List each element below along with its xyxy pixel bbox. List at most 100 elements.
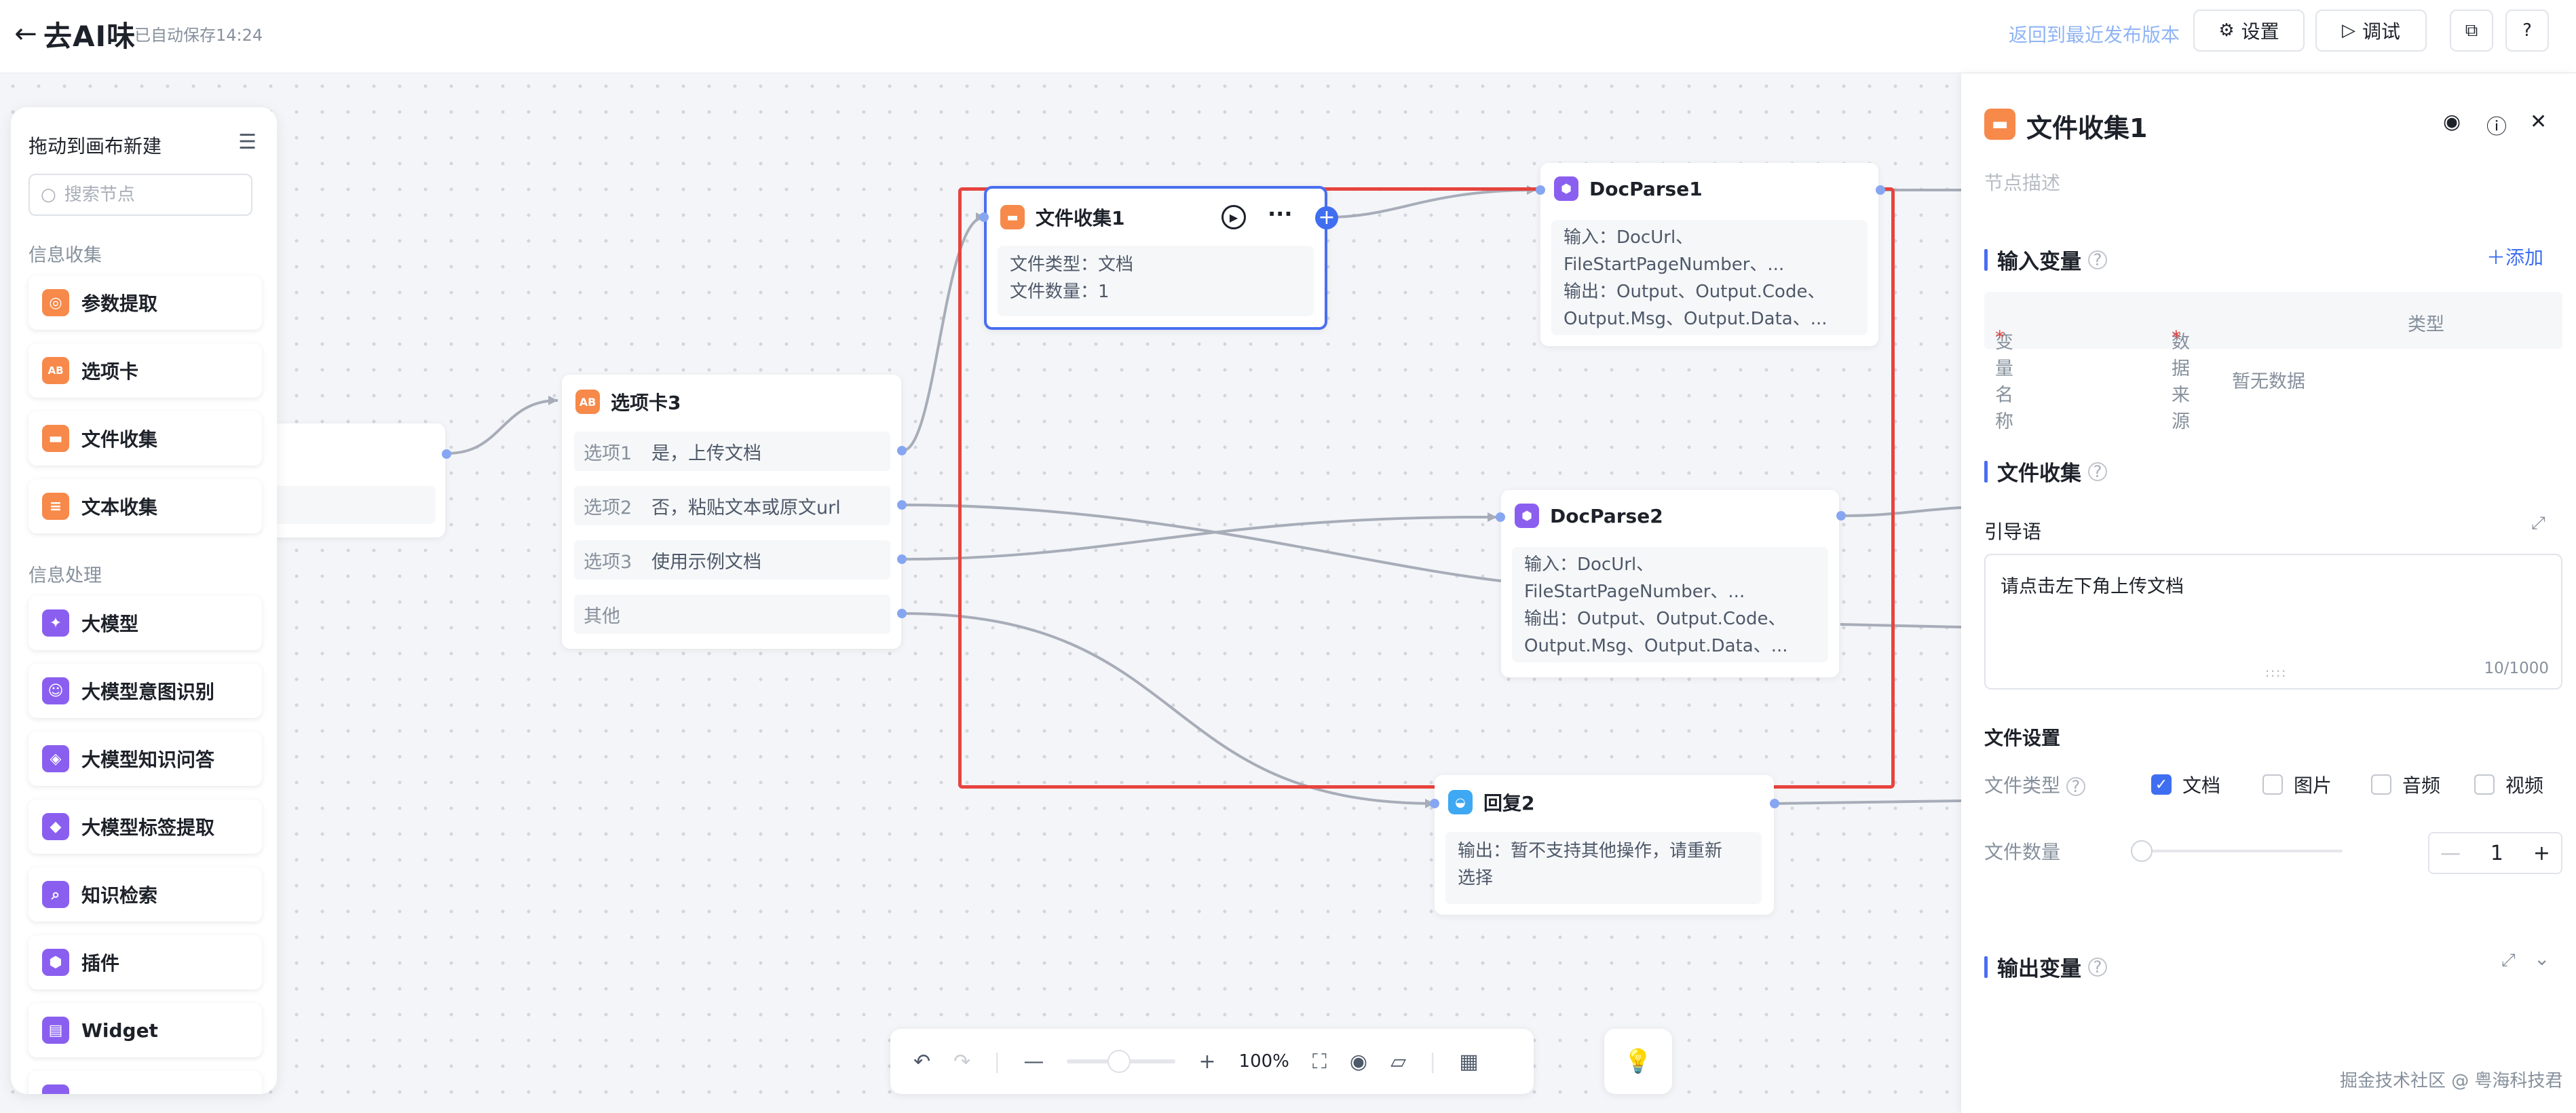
- settings-button[interactable]: ⚙ 设置: [2193, 10, 2305, 52]
- docparse2-input-line: FileStartPageNumber、...: [1524, 582, 1745, 602]
- required-mark: *: [2172, 327, 2181, 348]
- section-info-collect: 信息收集: [29, 245, 102, 266]
- tab-option-3-port[interactable]: [897, 554, 907, 564]
- add-next-node-icon[interactable]: +: [1315, 206, 1338, 229]
- docparse2-input-port[interactable]: [1496, 512, 1505, 522]
- file-collect-input-port[interactable]: [979, 212, 989, 222]
- option-value: 是，上传文档: [651, 442, 761, 464]
- start-output-port[interactable]: [442, 449, 451, 459]
- palette-item-file-collect[interactable]: ▬ 文件收集: [29, 411, 262, 466]
- lightbulb-icon[interactable]: 💡: [1604, 1029, 1672, 1094]
- zoom-in-icon[interactable]: +: [1198, 1050, 1215, 1074]
- palette-item-knowledge-search[interactable]: ⌕ 知识检索: [29, 867, 262, 922]
- checkbox-label: 音频: [2402, 774, 2441, 797]
- folder-icon: ▬: [42, 425, 69, 452]
- help-icon[interactable]: ⓘ: [2486, 110, 2507, 140]
- minus-icon[interactable]: —: [2440, 842, 2461, 865]
- run-node-icon[interactable]: ▶: [1221, 205, 1246, 229]
- more-options-icon[interactable]: ···: [1268, 201, 1292, 227]
- prompt-char-count: 10/1000: [2484, 660, 2549, 677]
- palette-item-plugin[interactable]: ⬢ 插件: [29, 935, 262, 989]
- docparse2-node[interactable]: ⬢ DocParse2 输入：DocUrl、 FileStartPageNumb…: [1501, 490, 1839, 677]
- tab-option-other[interactable]: 其他: [574, 595, 890, 634]
- help-icon[interactable]: ?: [2066, 777, 2085, 796]
- palette-item-param-extract[interactable]: ◎ 参数提取: [29, 276, 262, 330]
- palette-item-tab-card[interactable]: AB 选项卡: [29, 343, 262, 398]
- palette-item-label: 知识检索: [81, 884, 158, 907]
- wire-reply-out: [1775, 799, 1961, 805]
- docparse1-node[interactable]: ⬢ DocParse1 输入：DocUrl、 FileStartPageNumb…: [1540, 163, 1878, 346]
- file-type-doc-checkbox[interactable]: ✓ 文档: [2151, 771, 2220, 798]
- add-label: 添加: [2505, 246, 2544, 269]
- zoom-slider[interactable]: [1067, 1050, 1176, 1073]
- file-count-slider[interactable]: [2131, 840, 2343, 862]
- node-description-field[interactable]: 节点描述: [1984, 168, 2060, 195]
- revert-to-published-link[interactable]: 返回到最近发布版本: [2009, 20, 2180, 48]
- reply2-node[interactable]: ◒ 回复2 输出：暂不支持其他操作，请重新 选择: [1435, 775, 1774, 915]
- eye-icon[interactable]: ◉: [1350, 1050, 1367, 1074]
- palette-item-knowledge-qa[interactable]: ◈ 大模型知识问答: [29, 732, 262, 786]
- zoom-slider-knob[interactable]: [1107, 1050, 1131, 1073]
- help-icon[interactable]: ?: [2088, 250, 2107, 269]
- palette-item-text-collect[interactable]: ≡ 文本收集: [29, 479, 262, 533]
- tab-option-3[interactable]: 选项3 使用示例文档: [574, 540, 890, 580]
- tab-option-1-port[interactable]: [897, 446, 907, 455]
- file-type-video-checkbox[interactable]: 视频: [2474, 771, 2543, 798]
- node-icon: [42, 1084, 69, 1094]
- start-node-partial[interactable]: [258, 423, 445, 537]
- tab-option-2[interactable]: 选项2 否，粘贴文本或原文url: [574, 486, 890, 525]
- docparse1-input-port[interactable]: [1536, 185, 1545, 195]
- folder-icon: ▬: [1000, 205, 1025, 229]
- expand-icon[interactable]: ⤢: [2501, 950, 2516, 971]
- close-icon[interactable]: ✕: [2530, 110, 2547, 134]
- file-type-audio-checkbox[interactable]: 音频: [2371, 771, 2440, 798]
- file-collect-node[interactable]: ▬ 文件收集1 ▶ ··· 文件类型：文档 文件数量：1: [984, 186, 1327, 330]
- tab-option-other-port[interactable]: [897, 609, 907, 618]
- palette-item-label: 文本收集: [81, 496, 158, 518]
- file-count-slider-knob[interactable]: [2131, 840, 2153, 862]
- tab-card-node[interactable]: AB 选项卡3 选项1 是，上传文档 选项2 否，粘贴文本或原文url 选项3 使用示…: [562, 375, 901, 649]
- docparse2-output-line: 输出：Output、Output.Code、: [1524, 609, 1786, 629]
- arrow-left-icon[interactable]: ←: [10, 18, 42, 50]
- layout-grid-icon[interactable]: ▦: [1459, 1050, 1478, 1074]
- palette-item-tag-extract[interactable]: ◆ 大模型标签提取: [29, 799, 262, 854]
- plus-icon[interactable]: +: [2533, 842, 2550, 865]
- app-title: 去AI味: [43, 20, 136, 53]
- reply2-output-port[interactable]: [1770, 799, 1779, 808]
- file-count-label: 文件数量: [1984, 841, 2061, 863]
- prompt-textarea[interactable]: 请点击左下角上传文档 :::: 10/1000: [1984, 554, 2562, 690]
- add-variable-button[interactable]: ＋添加: [2486, 243, 2543, 270]
- copy-button[interactable]: ⧉: [2450, 10, 2493, 52]
- tab-option-1[interactable]: 选项1 是，上传文档: [574, 432, 890, 471]
- palette-item-intent[interactable]: ☺ 大模型意图识别: [29, 664, 262, 718]
- fit-view-icon[interactable]: ⛶: [1312, 1050, 1327, 1074]
- help-icon[interactable]: ?: [2088, 957, 2107, 977]
- note-icon[interactable]: ▱: [1390, 1050, 1406, 1074]
- reply2-input-port[interactable]: [1430, 799, 1439, 808]
- docparse1-output-port[interactable]: [1876, 185, 1885, 195]
- debug-button[interactable]: ▷ 调试: [2315, 10, 2427, 52]
- collapse-panel-icon[interactable]: ☰: [238, 130, 257, 154]
- chat-bubble-icon: ◒: [1448, 790, 1473, 814]
- redo-icon[interactable]: ↷: [953, 1050, 970, 1074]
- expand-icon[interactable]: ⤢: [2531, 513, 2545, 534]
- file-count-stepper[interactable]: — 1 +: [2428, 832, 2562, 874]
- workflow-canvas[interactable]: AB 选项卡3 选项1 是，上传文档 选项2 否，粘贴文本或原文url 选项3 使用示…: [0, 73, 1961, 1113]
- undo-icon[interactable]: ↶: [913, 1050, 930, 1074]
- node-search-input[interactable]: [64, 185, 227, 205]
- node-search-box[interactable]: ○: [29, 174, 252, 216]
- help-icon[interactable]: ?: [2088, 461, 2107, 481]
- resize-grip-icon[interactable]: ::::: [2265, 666, 2287, 680]
- palette-item-widget[interactable]: ▤ Widget: [29, 1003, 262, 1057]
- palette-item-llm[interactable]: ✦ 大模型: [29, 596, 262, 650]
- chevron-down-icon[interactable]: ⌄: [2534, 947, 2550, 970]
- run-node-icon[interactable]: ◉: [2443, 110, 2461, 134]
- help-button[interactable]: ?: [2505, 10, 2549, 52]
- file-collect-node-title-text: 文件收集1: [1036, 207, 1125, 229]
- docparse2-output-port[interactable]: [1836, 511, 1846, 521]
- zoom-out-icon[interactable]: —: [1023, 1050, 1044, 1074]
- tab-option-2-port[interactable]: [897, 500, 907, 510]
- file-type-image-checkbox[interactable]: 图片: [2262, 771, 2332, 798]
- palette-item-partial[interactable]: [29, 1071, 262, 1094]
- checkbox-checked-icon: ✓: [2151, 774, 2172, 795]
